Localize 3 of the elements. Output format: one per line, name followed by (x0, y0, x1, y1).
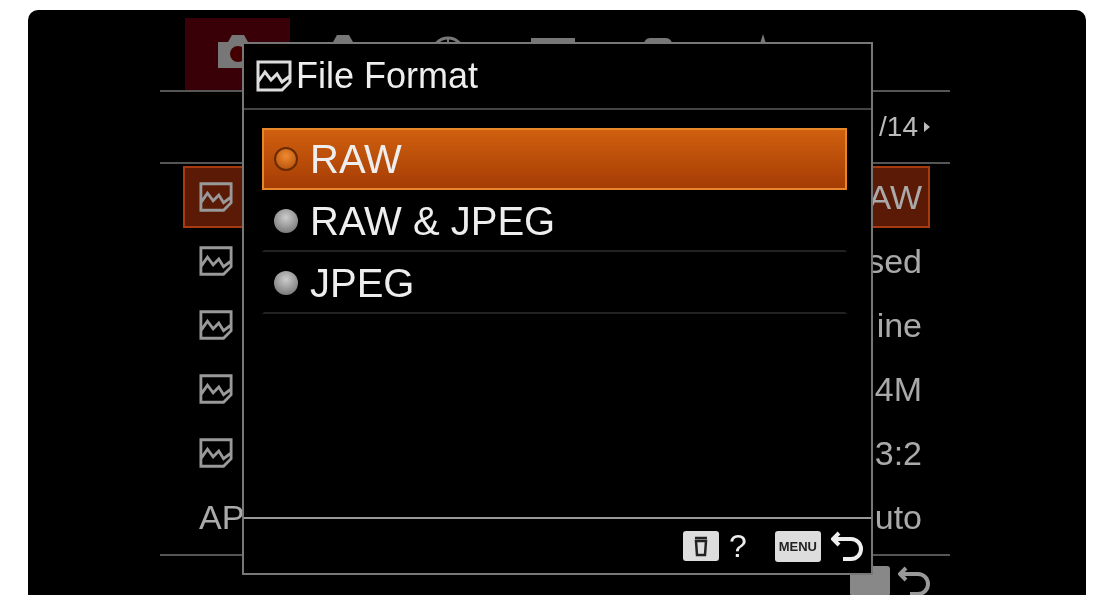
page-indicator: /14 (879, 111, 918, 143)
help-mark: ? (728, 527, 747, 565)
dialog-title: File Format (296, 55, 479, 97)
